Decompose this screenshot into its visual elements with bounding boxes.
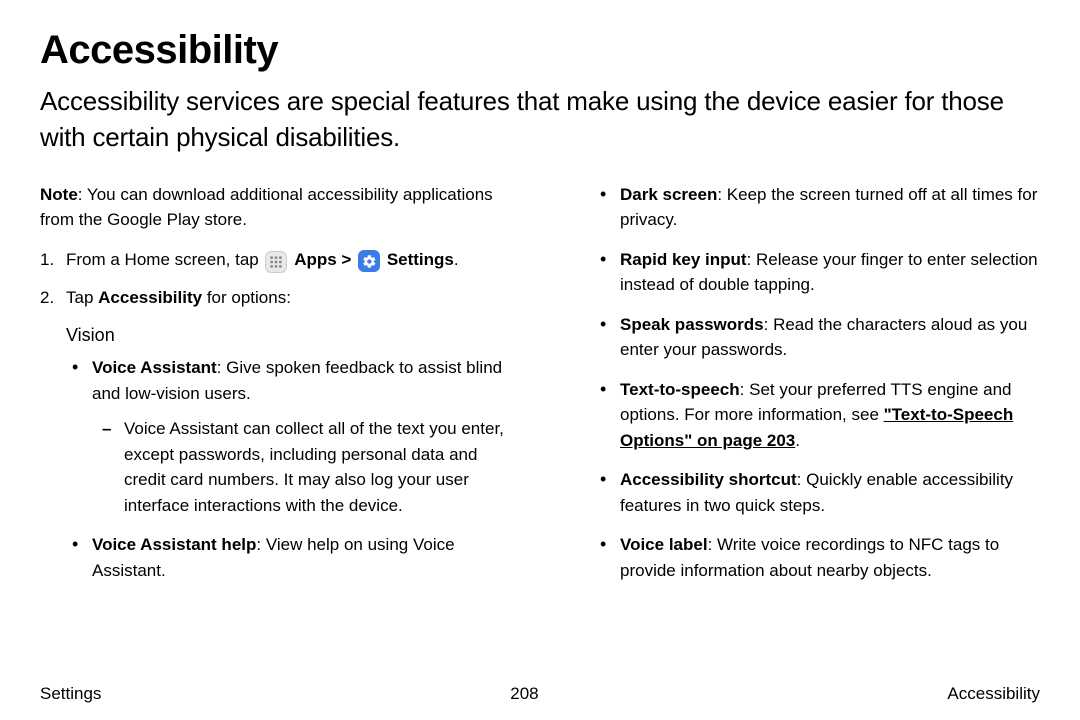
step-1-settings-label: Settings [387,250,454,269]
footer-left: Settings [40,684,101,704]
voicelabel-label: Voice label [620,535,708,554]
bullet-accessibility-shortcut: Accessibility shortcut: Quickly enable a… [620,467,1040,518]
step-2-suffix: for options: [202,288,291,307]
speak-label: Speak passwords [620,315,764,334]
step-2-prefix: Tap [66,288,98,307]
va-sub-bullets: Voice Assistant can collect all of the t… [92,416,512,518]
right-column: Dark screen: Keep the screen turned off … [568,182,1040,598]
footer-page-number: 208 [510,684,538,704]
step-1-apps-label: Apps [294,250,337,269]
step-2-body: Tap Accessibility for options: [66,285,512,311]
page-footer: Settings 208 Accessibility [40,684,1040,704]
va-sub-bullet-1: Voice Assistant can collect all of the t… [124,416,512,518]
bullet-voice-assistant: Voice Assistant: Give spoken feedback to… [92,355,512,518]
left-column: Note: You can download additional access… [40,182,512,598]
step-1-prefix: From a Home screen, tap [66,250,263,269]
intro-paragraph: Accessibility services are special featu… [40,83,1040,156]
bullet-voice-label: Voice label: Write voice recordings to N… [620,532,1040,583]
step-2-number: 2. [40,285,66,311]
bullet-rapid-key-input: Rapid key input: Release your finger to … [620,247,1040,298]
footer-right: Accessibility [947,684,1040,704]
bullet-text-to-speech: Text-to-speech: Set your preferred TTS e… [620,377,1040,454]
bullet-dark-screen: Dark screen: Keep the screen turned off … [620,182,1040,233]
step-2-bold: Accessibility [98,288,202,307]
page: Accessibility Accessibility services are… [0,0,1080,720]
tts-suffix: . [795,431,800,450]
step-1-suffix: . [454,250,459,269]
bullet-speak-passwords: Speak passwords: Read the characters alo… [620,312,1040,363]
step-1-body: From a Home screen, tap Apps > Settings. [66,247,512,273]
va-label: Voice Assistant [92,358,217,377]
shortcut-label: Accessibility shortcut [620,470,797,489]
step-1-separator: > [337,250,356,269]
step-1: 1. From a Home screen, tap Apps > Settin… [40,247,512,273]
note-paragraph: Note: You can download additional access… [40,182,512,233]
vision-bullets-right: Dark screen: Keep the screen turned off … [568,182,1040,584]
rapid-label: Rapid key input [620,250,747,269]
vision-heading: Vision [66,322,512,349]
page-title: Accessibility [40,28,1040,73]
bullet-voice-assistant-help: Voice Assistant help: View help on using… [92,532,512,583]
content-columns: Note: You can download additional access… [40,182,1040,598]
note-text: : You can download additional accessibil… [40,185,493,230]
vah-label: Voice Assistant help [92,535,256,554]
step-2: 2. Tap Accessibility for options: [40,285,512,311]
step-1-number: 1. [40,247,66,273]
vision-bullets-left: Voice Assistant: Give spoken feedback to… [40,355,512,583]
tts-label: Text-to-speech [620,380,740,399]
apps-icon [265,251,287,273]
note-label: Note [40,185,78,204]
dark-label: Dark screen [620,185,717,204]
settings-icon [358,250,380,272]
